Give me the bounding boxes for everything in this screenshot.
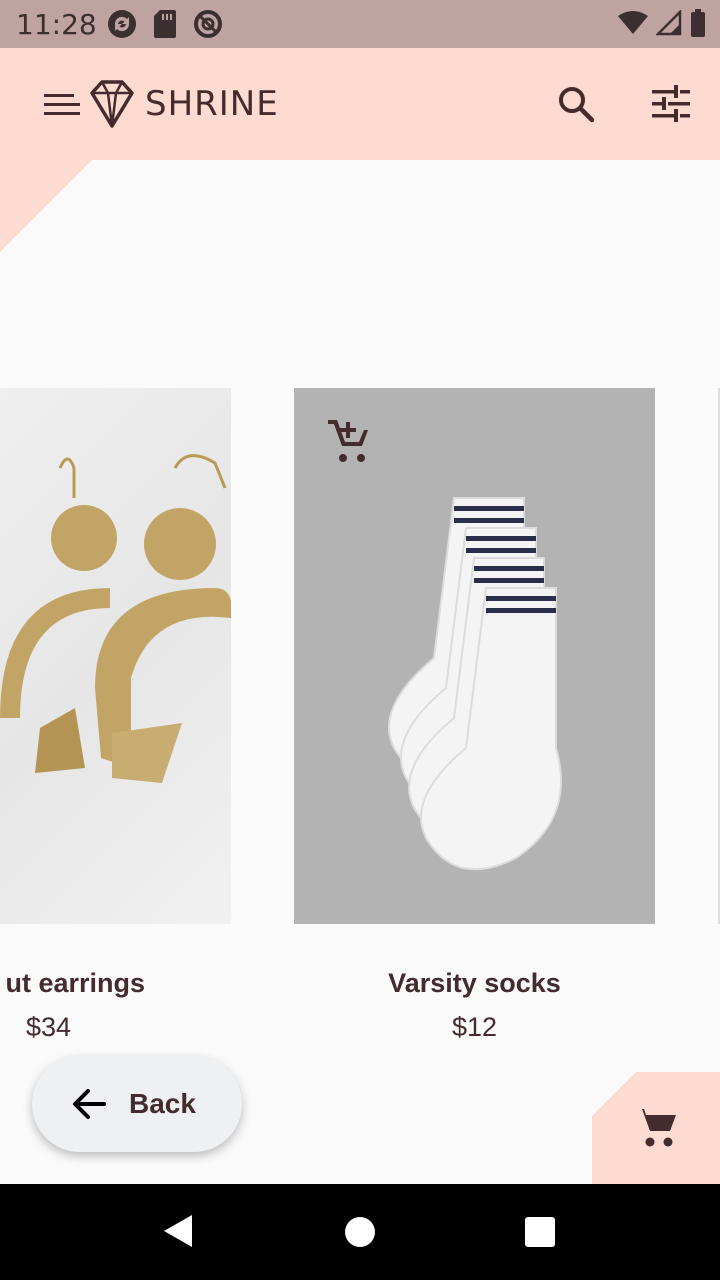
search-icon[interactable] [556, 84, 596, 124]
back-button-label: Back [129, 1088, 196, 1119]
product-name: Varsity socks [388, 968, 561, 998]
sync-icon [108, 10, 136, 38]
wifi-icon [618, 11, 648, 34]
battery-icon [691, 9, 705, 37]
nav-back-icon[interactable] [162, 1214, 194, 1248]
status-icons-right [618, 9, 706, 37]
cellular-signal-icon [656, 10, 682, 36]
do-not-disturb-icon [194, 10, 222, 38]
tune-icon[interactable] [652, 84, 692, 124]
nav-home-icon[interactable] [345, 1217, 375, 1247]
status-icons-left [106, 8, 224, 40]
status-time: 11:28 [16, 8, 97, 41]
sd-card-icon [154, 10, 176, 38]
product-price: $34 [26, 1012, 72, 1042]
product-name: ut earrings [5, 968, 145, 998]
diamond-logo-icon [90, 80, 134, 128]
menu-icon[interactable] [44, 92, 82, 118]
status-bar: 11:28 [0, 0, 720, 48]
app-title: SHRINE [145, 84, 279, 124]
product-image-socks[interactable] [294, 388, 655, 924]
product-image-earrings[interactable] [0, 388, 231, 924]
backdrop-corner [0, 160, 92, 252]
product-price: $12 [451, 1012, 498, 1042]
socks-illustration [388, 497, 562, 871]
add-shopping-cart-icon[interactable] [326, 420, 372, 466]
nav-recents-icon[interactable] [525, 1217, 555, 1247]
arrow-back-icon [73, 1089, 106, 1119]
back-button[interactable]: Back [32, 1056, 242, 1152]
shopping-cart-icon[interactable] [634, 1106, 678, 1150]
earrings-illustration [0, 454, 231, 783]
